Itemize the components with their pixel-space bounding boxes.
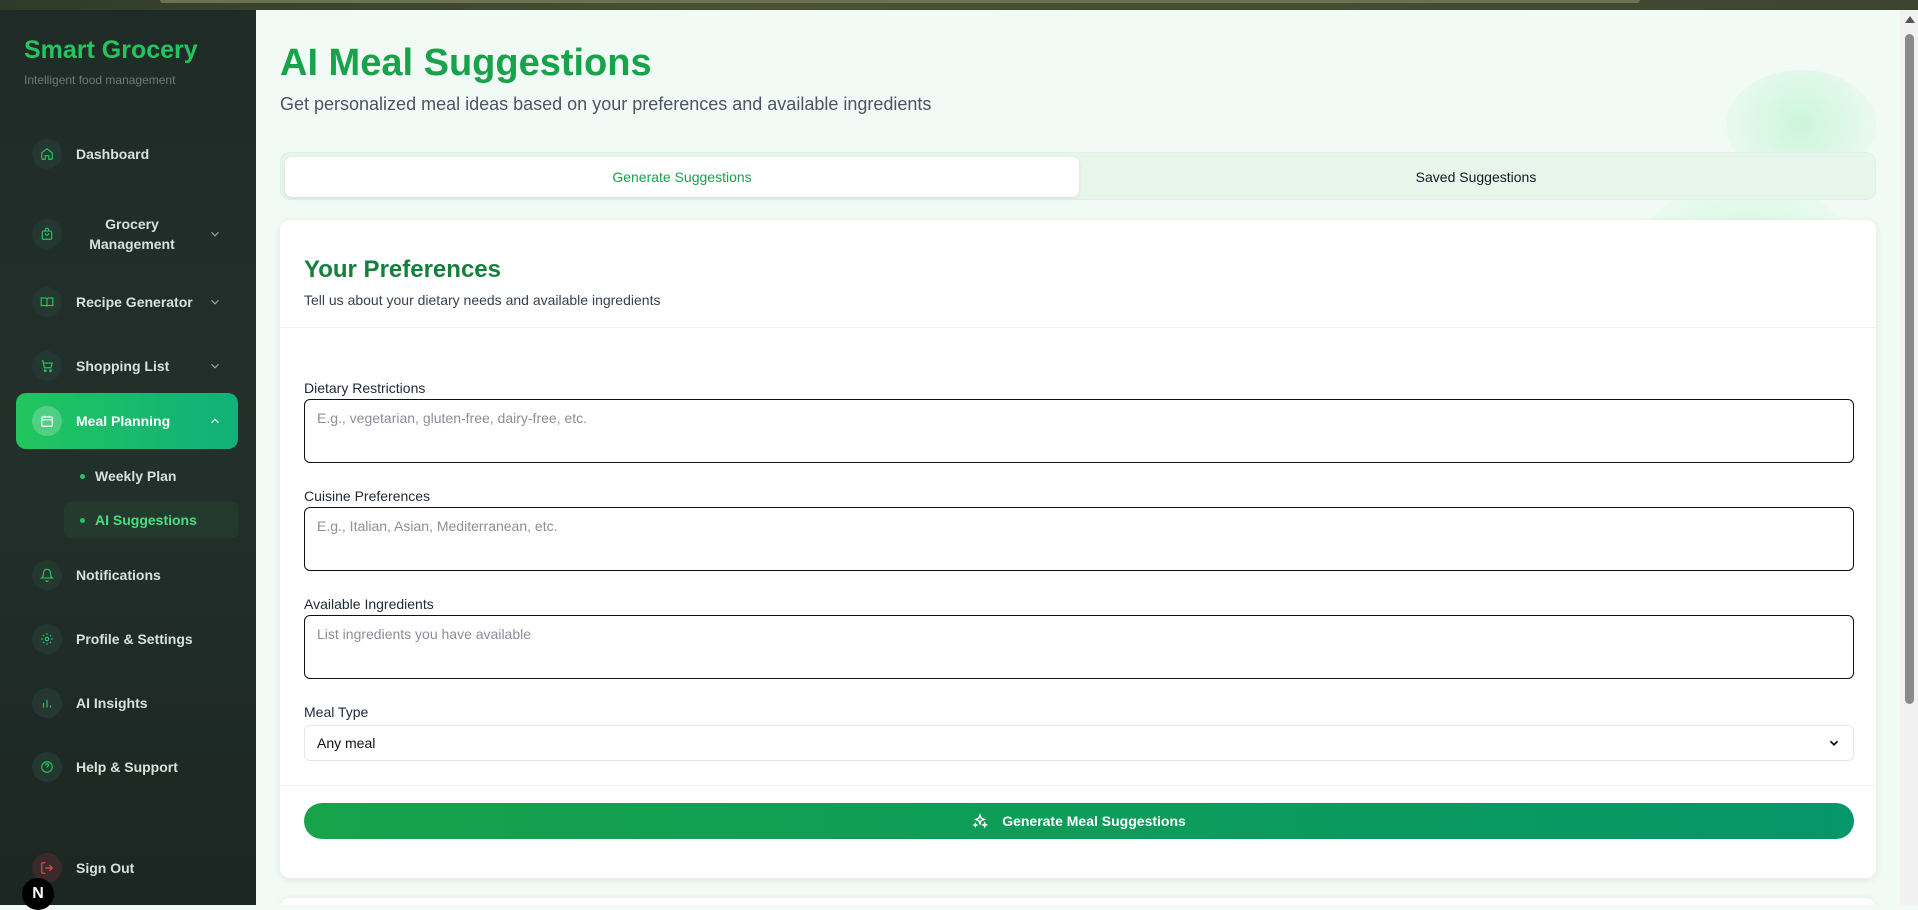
- home-icon: [32, 139, 62, 169]
- cuisine-preferences-input[interactable]: [304, 507, 1854, 571]
- scroll-up-arrow-icon[interactable]: [1905, 16, 1915, 23]
- meal-type-label: Meal Type: [304, 704, 369, 720]
- tab-generate-suggestions[interactable]: Generate Suggestions: [285, 157, 1079, 197]
- bullet-dot: [80, 473, 85, 479]
- dietary-restrictions-label: Dietary Restrictions: [304, 380, 426, 396]
- browser-top-strip: [0, 0, 1918, 10]
- sidebar-item-label: Notifications: [76, 567, 161, 583]
- available-ingredients-input[interactable]: [304, 615, 1854, 679]
- sidebar-item-label: Help & Support: [76, 759, 178, 775]
- page-scrollbar[interactable]: [1900, 10, 1918, 905]
- chevron-down-icon: [1829, 740, 1839, 746]
- available-ingredients-label: Available Ingredients: [304, 596, 434, 612]
- bar-chart-icon: [32, 688, 62, 718]
- brand-title: Smart Grocery: [24, 36, 198, 64]
- tab-saved-suggestions[interactable]: Saved Suggestions: [1079, 157, 1873, 197]
- sidebar-item-label: Grocery Management: [89, 216, 175, 252]
- sidebar-item-shopping-list[interactable]: Shopping List: [16, 338, 238, 394]
- sidebar-item-label: Profile & Settings: [76, 631, 193, 647]
- dietary-restrictions-input[interactable]: [304, 399, 1854, 463]
- sidebar-item-recipe-generator[interactable]: Recipe Generator: [16, 274, 238, 330]
- sidebar-subitem-label: Weekly Plan: [95, 468, 177, 484]
- sidebar-item-notifications[interactable]: Notifications: [16, 547, 238, 603]
- meal-type-value: Any meal: [317, 735, 376, 751]
- chevron-down-icon: [211, 231, 219, 237]
- sign-out-label: Sign Out: [76, 860, 135, 876]
- divider: [280, 327, 1876, 328]
- sidebar-item-ai-insights[interactable]: AI Insights: [16, 675, 238, 731]
- calendar-icon: [32, 406, 62, 436]
- page-title: AI Meal Suggestions: [280, 42, 652, 84]
- sidebar-item-profile-settings[interactable]: Profile & Settings: [16, 611, 238, 667]
- meal-type-select[interactable]: Any meal: [304, 725, 1854, 761]
- top-strip-notch: [160, 0, 1640, 3]
- brand-subtitle: Intelligent food management: [24, 73, 176, 87]
- sidebar-item-meal-planning[interactable]: Meal Planning: [16, 393, 238, 449]
- sidebar-item-label: Shopping List: [76, 358, 170, 374]
- dev-tools-badge[interactable]: N: [22, 878, 54, 910]
- page-subtitle: Get personalized meal ideas based on you…: [280, 94, 932, 114]
- sidebar-item-help-support[interactable]: Help & Support: [16, 739, 238, 795]
- sidebar-subitem-weekly-plan[interactable]: Weekly Plan: [64, 458, 238, 494]
- sparkles-icon: [972, 813, 989, 829]
- book-open-icon: [32, 287, 62, 317]
- sidebar-item-dashboard[interactable]: Dashboard: [16, 126, 238, 182]
- divider: [280, 785, 1876, 786]
- help-circle-icon: [32, 752, 62, 782]
- sidebar-item-label: AI Insights: [76, 695, 148, 711]
- card-title: Your Preferences: [304, 256, 501, 283]
- gear-icon: [32, 624, 62, 654]
- bullet-dot: [80, 517, 85, 523]
- sidebar-item-grocery-management[interactable]: Grocery Management: [16, 204, 238, 264]
- cart-icon: [32, 351, 62, 381]
- sidebar-subitem-ai-suggestions[interactable]: AI Suggestions: [64, 502, 238, 538]
- chevron-down-icon: [211, 363, 219, 369]
- chevron-up-icon: [211, 418, 219, 424]
- brand: Smart Grocery Intelligent food managemen…: [24, 36, 198, 87]
- results-card-edge: [280, 898, 1876, 905]
- shopping-bag-icon: [32, 219, 62, 249]
- generate-button-label: Generate Meal Suggestions: [1002, 813, 1186, 829]
- cuisine-preferences-label: Cuisine Preferences: [304, 488, 431, 504]
- sidebar-item-label: Dashboard: [76, 146, 150, 162]
- main-content: AI Meal Suggestions Get personalized mea…: [256, 10, 1900, 905]
- sidebar: Smart Grocery Intelligent food managemen…: [0, 10, 256, 905]
- chevron-down-icon: [211, 299, 219, 305]
- sidebar-item-label: Meal Planning: [76, 413, 171, 429]
- tab-list: Generate Suggestions Saved Suggestions: [280, 152, 1876, 200]
- preferences-card: Your Preferences Tell us about your diet…: [280, 220, 1876, 878]
- bell-icon: [32, 560, 62, 590]
- sidebar-subitem-label: AI Suggestions: [95, 512, 197, 528]
- scrollbar-thumb[interactable]: [1905, 34, 1914, 704]
- card-subtitle: Tell us about your dietary needs and ava…: [304, 292, 661, 308]
- generate-meal-suggestions-button[interactable]: Generate Meal Suggestions: [304, 803, 1854, 839]
- sidebar-item-label: Recipe Generator: [76, 294, 193, 310]
